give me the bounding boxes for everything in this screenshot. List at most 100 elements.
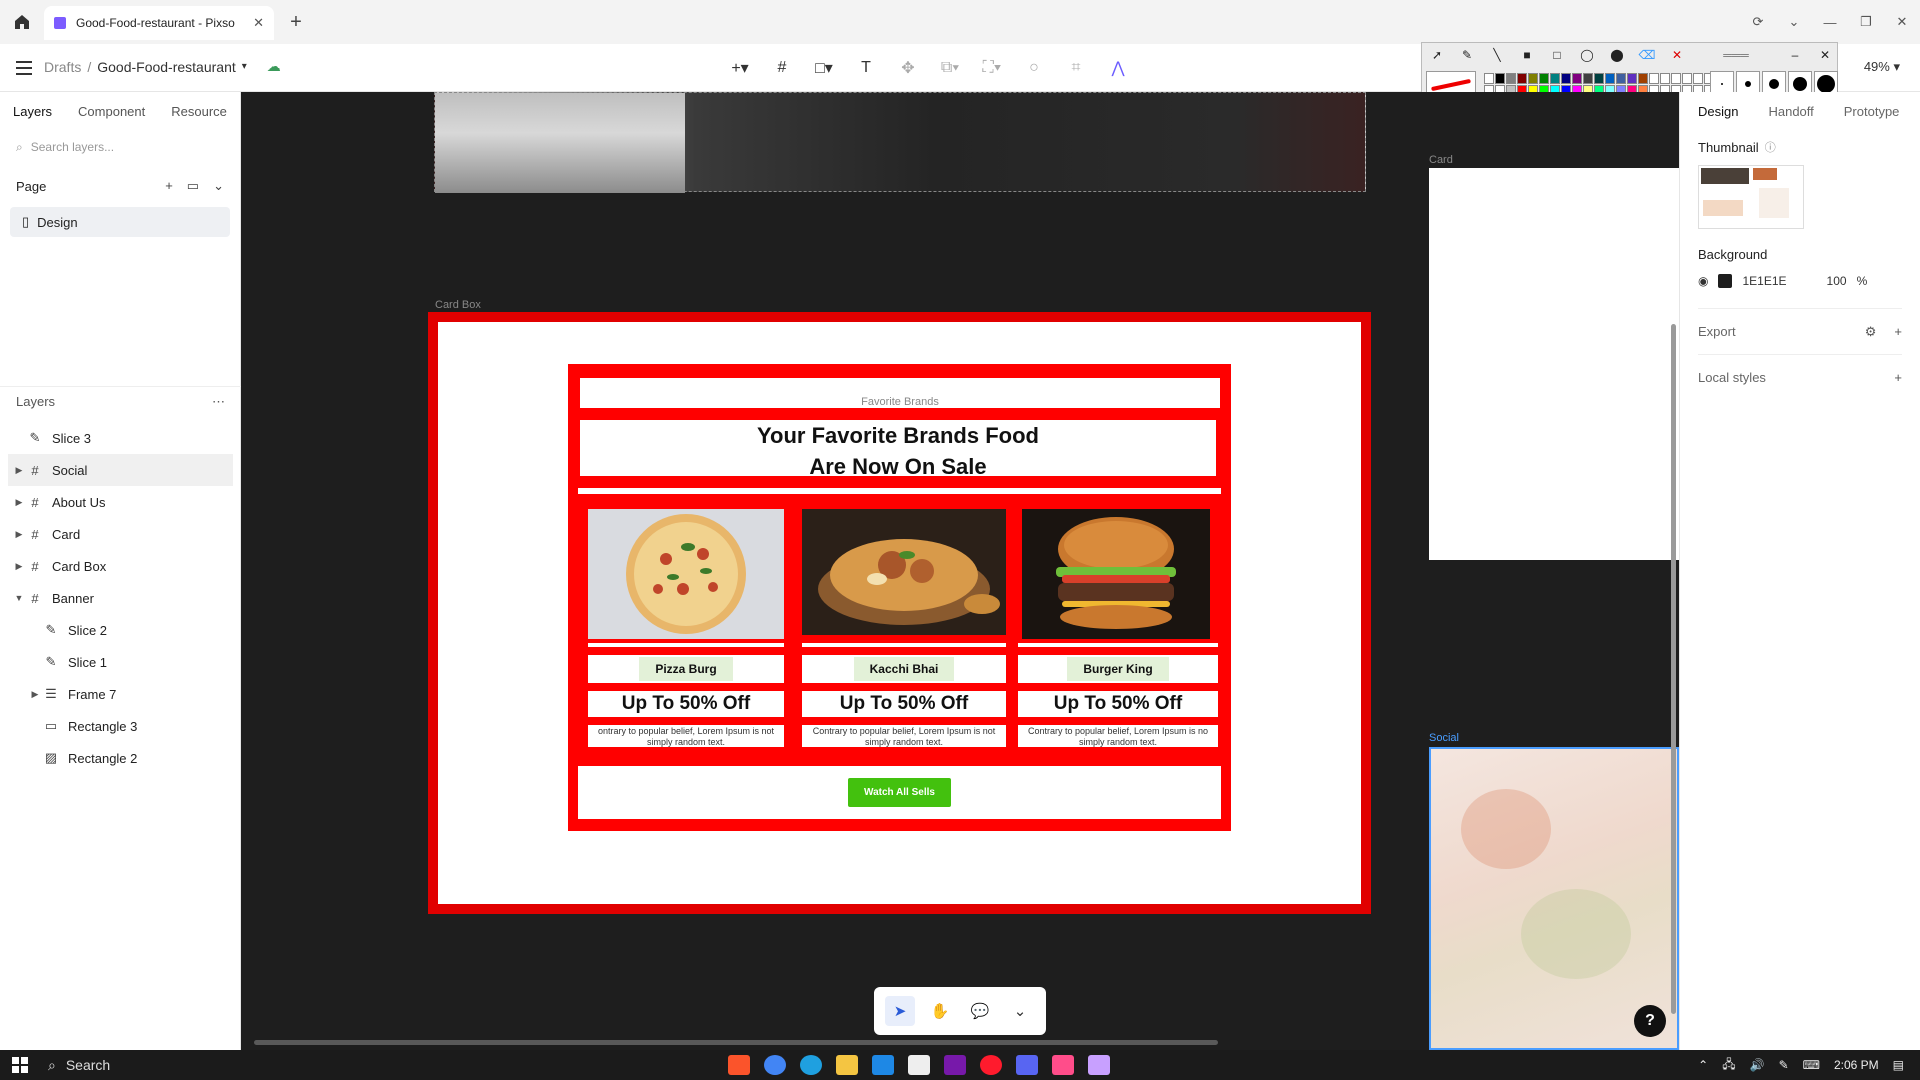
edge-icon[interactable] — [800, 1055, 822, 1075]
banner-image[interactable] — [434, 92, 1366, 193]
frame-tool-icon[interactable]: # — [768, 54, 796, 82]
eye-icon[interactable]: ◉ — [1698, 274, 1708, 288]
layer-item[interactable]: ▶ # About Us — [0, 486, 241, 518]
tab-component[interactable]: Component — [78, 104, 145, 119]
expand-caret-icon[interactable]: ▶ — [28, 689, 42, 700]
file-name[interactable]: Good-Food-restaurant — [97, 59, 236, 75]
pen-icon[interactable]: ✎ — [1456, 47, 1478, 63]
file-explorer-icon[interactable] — [836, 1055, 858, 1075]
layer-item[interactable]: ▨ Rectangle 2 — [0, 742, 241, 774]
clear-icon[interactable]: ✕ — [1666, 47, 1688, 63]
new-tab-button[interactable]: + — [284, 10, 308, 34]
filled-ellipse-icon[interactable]: ⬤ — [1606, 47, 1628, 63]
card-frame-label[interactable]: Card — [1429, 154, 1453, 166]
thumbnail-preview[interactable] — [1698, 165, 1804, 229]
brand-card[interactable]: Burger King Up To 50% Off Contrary to po… — [1018, 509, 1218, 747]
crop-icon[interactable]: ⌗ — [1062, 54, 1090, 82]
help-button[interactable]: ? — [1634, 1005, 1666, 1037]
layer-item[interactable]: ▶ # Card Box — [0, 550, 241, 582]
brand-card[interactable]: Kacchi Bhai Up To 50% Off Contrary to po… — [802, 509, 1006, 747]
ellipse-icon[interactable]: ◯ — [1576, 47, 1598, 63]
line-icon[interactable]: ╲ — [1486, 47, 1508, 63]
expand-caret-icon[interactable]: ▶ — [12, 497, 26, 508]
restore-icon[interactable]: ❐ — [1848, 0, 1884, 44]
tab-layers[interactable]: Layers — [13, 104, 52, 119]
background-opacity[interactable]: 100 — [1827, 274, 1847, 288]
layer-item[interactable]: ▭ Rectangle 3 — [0, 710, 241, 742]
eraser-icon[interactable]: ⌫ — [1636, 47, 1658, 63]
card-box-frame[interactable]: Favorite Brands Your Favorite Brands Foo… — [428, 312, 1371, 914]
keyboard-icon[interactable]: ⌨ — [1803, 1058, 1820, 1072]
chevron-down-icon[interactable]: ⌄ — [213, 178, 224, 194]
zoom-level[interactable]: 49% ▾ — [1864, 59, 1900, 75]
notification-icon[interactable]: ▤ — [1893, 1058, 1904, 1072]
social-frame[interactable] — [1429, 747, 1679, 1050]
expand-caret-icon[interactable]: ▶ — [12, 561, 26, 572]
circle-icon[interactable]: ○ — [1020, 54, 1048, 82]
chevron-down-icon[interactable]: ⌄ — [1005, 996, 1035, 1026]
mask-icon[interactable]: ⛶▾ — [978, 54, 1006, 82]
layer-item[interactable]: ▶ # Social — [8, 454, 233, 486]
main-menu-icon[interactable] — [12, 56, 36, 80]
onenote-icon[interactable] — [944, 1055, 966, 1075]
folder-icon[interactable]: ▭ — [187, 178, 199, 194]
layer-item[interactable]: ▶ # Card — [0, 518, 241, 550]
add-page-icon[interactable]: + — [165, 178, 173, 194]
refresh-icon[interactable]: ⟳ — [1740, 0, 1776, 44]
component-icon[interactable]: ✥ — [894, 54, 922, 82]
browser-tab[interactable]: Good-Food-restaurant - Pixso ✕ — [44, 6, 274, 40]
chrome-icon[interactable] — [764, 1055, 786, 1075]
page-item-design[interactable]: ▯ Design — [10, 207, 230, 237]
brave-icon[interactable] — [728, 1055, 750, 1075]
layer-item[interactable]: ▼ # Banner — [0, 582, 241, 614]
collapse-layers-icon[interactable]: ⋯ — [212, 394, 225, 410]
move-tool-icon[interactable]: ➤ — [885, 996, 915, 1026]
chevron-up-icon[interactable]: ⌃ — [1698, 1058, 1708, 1072]
close-window-icon[interactable]: ✕ — [1884, 0, 1920, 44]
ai-icon[interactable]: ⋀ — [1104, 54, 1132, 82]
expand-caret-icon[interactable]: ▶ — [12, 465, 26, 476]
opera-icon[interactable] — [980, 1055, 1002, 1075]
text-tool-icon[interactable]: T — [852, 54, 880, 82]
layer-item[interactable]: ✎ Slice 3 — [0, 422, 241, 454]
line-width-icon[interactable]: ═══ — [1696, 47, 1776, 63]
shape-tool-icon[interactable]: □▾ — [810, 54, 838, 82]
layer-item[interactable]: ✎ Slice 1 — [0, 646, 241, 678]
close-tab-icon[interactable]: ✕ — [253, 15, 264, 31]
pointer-icon[interactable]: ➚ — [1426, 47, 1448, 63]
notion-icon[interactable] — [908, 1055, 930, 1075]
chevron-down-icon[interactable]: ⌄ — [1776, 0, 1812, 44]
boolean-icon[interactable]: ⧉▾ — [936, 54, 964, 82]
volume-icon[interactable]: 🔊 — [1750, 1058, 1765, 1072]
comment-icon[interactable]: 💬 — [965, 996, 995, 1026]
info-icon[interactable]: ⓘ — [1765, 139, 1776, 155]
add-icon[interactable]: +▾ — [726, 54, 754, 82]
palette-close-icon[interactable]: ✕ — [1814, 47, 1836, 63]
palette-minimize-icon[interactable]: – — [1784, 47, 1806, 63]
minimize-icon[interactable]: — — [1812, 0, 1848, 44]
tab-resource[interactable]: Resource — [171, 104, 227, 119]
chevron-down-icon[interactable]: ▾ — [242, 61, 247, 72]
tab-handoff[interactable]: Handoff — [1768, 104, 1813, 119]
vertical-scrollbar[interactable] — [1671, 324, 1676, 1014]
discord-icon[interactable] — [1016, 1055, 1038, 1075]
hand-tool-icon[interactable]: ✋ — [925, 996, 955, 1026]
home-icon[interactable] — [8, 8, 36, 36]
snipping-tool-icon[interactable] — [1088, 1055, 1110, 1075]
expand-caret-icon[interactable]: ▶ — [12, 529, 26, 540]
rect-icon[interactable]: □ — [1546, 47, 1568, 63]
pixso-icon[interactable] — [1052, 1055, 1074, 1075]
vscode-icon[interactable] — [872, 1055, 894, 1075]
network-icon[interactable]: 🖧 — [1722, 1055, 1735, 1076]
taskbar-search[interactable]: ⌕ Search — [40, 1057, 240, 1074]
pen-icon[interactable]: ✎ — [1779, 1058, 1789, 1072]
clock[interactable]: 2:06 PM — [1834, 1058, 1879, 1072]
brand-card[interactable]: Pizza Burg Up To 50% Off ontrary to popu… — [588, 509, 784, 747]
social-frame-label[interactable]: Social — [1429, 732, 1459, 744]
expand-caret-icon[interactable]: ▼ — [12, 593, 26, 603]
tab-design[interactable]: Design — [1698, 104, 1738, 119]
layer-search[interactable]: ⌕ Search layers... — [8, 133, 232, 161]
card-frame[interactable] — [1429, 168, 1679, 560]
add-style-icon[interactable]: + — [1894, 370, 1902, 385]
filled-rect-icon[interactable]: ■ — [1516, 47, 1538, 63]
